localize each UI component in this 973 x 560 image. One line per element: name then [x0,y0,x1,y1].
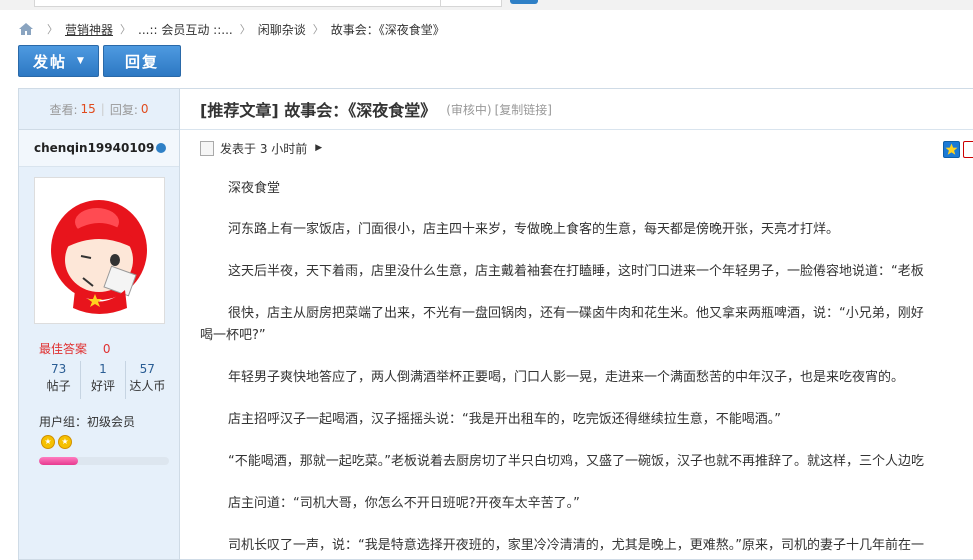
caret-down-icon: ▼ [77,56,84,66]
counter-value: 57 [139,362,155,376]
level-progress-fill [39,457,78,465]
avatar[interactable] [34,177,165,324]
author-name-text: chenqin19940109 [34,141,155,155]
reply-label: 回复 [124,52,159,71]
level-progress-bar [39,457,169,465]
breadcrumb-item[interactable]: ...:: 会员互动 ::... [138,21,233,38]
post-info: 发表于 3 小时前 ▶ [180,130,973,166]
copy-link[interactable]: [复制链接] [495,101,552,118]
posts-counter[interactable]: 73 帖子 [37,361,80,399]
post-main: [推荐文章] 故事会：《深夜食堂》 (审核中) [复制链接] 发表于 3 小时前… [180,89,973,559]
star-medal-icon: ★ [58,435,72,449]
author-counters: 73 帖子 1 好评 57 达人币 [37,361,169,399]
thread-title-bar: [推荐文章] 故事会：《深夜食堂》 (审核中) [复制链接] [180,89,973,130]
user-group[interactable]: 用户组：初级会员 [39,413,135,430]
post-paragraph: 店主问道：“司机大哥，你怎么不开日班呢?开夜车太辛苦了。” [228,496,580,511]
document-icon [200,140,214,156]
counter-value: 73 [51,362,67,376]
chevron-right-icon: 〉 [120,23,132,36]
post-paragraph: 深夜食堂 [228,181,281,196]
print-icon[interactable] [963,141,973,158]
views-label: 查看: [49,102,78,117]
home-icon[interactable] [18,22,34,36]
top-search-bar [0,0,973,10]
post-paragraph: “不能喝酒，那就一起吃菜。”老板说着去厨房切了半只白切鸡，又盛了一碗饭，汉子也就… [228,454,924,469]
search-input[interactable] [34,0,442,7]
counter-value: 1 [99,362,107,376]
divider: | [100,102,105,116]
breadcrumb-item[interactable]: 闲聊杂谈 [258,21,306,38]
counter-label: 帖子 [46,379,71,393]
post-paragraph: 年轻男子爽快地答应了，两人倒满酒举杯正要喝，门口人影一晃，走进来一个满面愁苦的中… [228,370,905,385]
replies-count: 0 [140,102,149,116]
search-type-select[interactable] [440,0,502,7]
post-paragraph: 河东路上有一家饭店，门面很小，店主四十来岁，专做晚上食客的生意，每天都是傍晚开张… [228,222,840,237]
author-name[interactable]: chenqin19940109 [19,130,179,167]
new-post-label: 发帖 [33,52,68,71]
thread-stats: 查看: 15 | 回复: 0 [19,89,179,130]
post-paragraph: 这天后半夜，天下着雨，店里没什么生意，店主戴着袖套在打瞌睡，这时门口进来一个年轻… [228,264,924,279]
star-medal-icon: ★ [41,435,55,449]
thread-title: [推荐文章] 故事会：《深夜食堂》 [200,101,437,120]
best-answer-label: 最佳答案 [39,342,88,356]
best-answer-value: 0 [102,342,111,356]
post-paragraph: 店主招呼汉子一起喝酒，汉子摇摇头说：“我是开出租车的，吃完饭还得继续拉生意，不能… [228,412,781,427]
user-medals: ★ ★ [41,435,72,449]
chevron-right-icon: 〉 [312,23,324,36]
author-sidebar: 查看: 15 | 回复: 0 chenqin19940109 最佳答案 0 73… [19,89,180,559]
breadcrumb: 〉 营销神器 〉 ...:: 会员互动 ::... 〉 闲聊杂谈 〉 故事会：《… [18,21,445,37]
views-count: 15 [80,102,96,116]
recommend-icon[interactable] [943,141,960,158]
replies-label: 回复: [109,102,138,117]
breadcrumb-item[interactable]: 营销神器 [65,21,113,38]
search-button[interactable] [510,0,538,4]
counter-label: 达人币 [129,379,166,393]
best-answer: 最佳答案 0 [39,340,110,357]
counter-label: 好评 [90,379,115,393]
user-info-icon[interactable] [156,143,167,153]
post-paragraph: 很快，店主从厨房把菜端了出来，不光有一盘回锅肉，还有一碟卤牛肉和花生米。他又拿来… [228,306,924,321]
post-time: 发表于 3 小时前 [220,141,308,156]
reviews-counter[interactable]: 1 好评 [80,361,124,399]
new-post-button[interactable]: 发帖 ▼ [18,45,99,77]
reply-button[interactable]: 回复 [103,45,181,77]
thread-status: (审核中) [446,102,492,117]
chevron-right-icon: 〉 [239,23,251,36]
post-paragraph: 喝一杯吧?” [200,328,266,343]
post-container: 查看: 15 | 回复: 0 chenqin19940109 最佳答案 0 73… [18,88,973,560]
breadcrumb-current: 故事会：《深夜食堂》 [330,22,445,37]
coins-counter[interactable]: 57 达人币 [124,361,169,399]
chevron-right-icon: 〉 [47,23,58,36]
play-right-icon[interactable]: ▶ [315,143,322,153]
post-paragraph: 司机长叹了一声，说：“我是特意选择开夜班的，家里冷冷清清的，尤其是晚上，更难熬。… [228,538,924,553]
